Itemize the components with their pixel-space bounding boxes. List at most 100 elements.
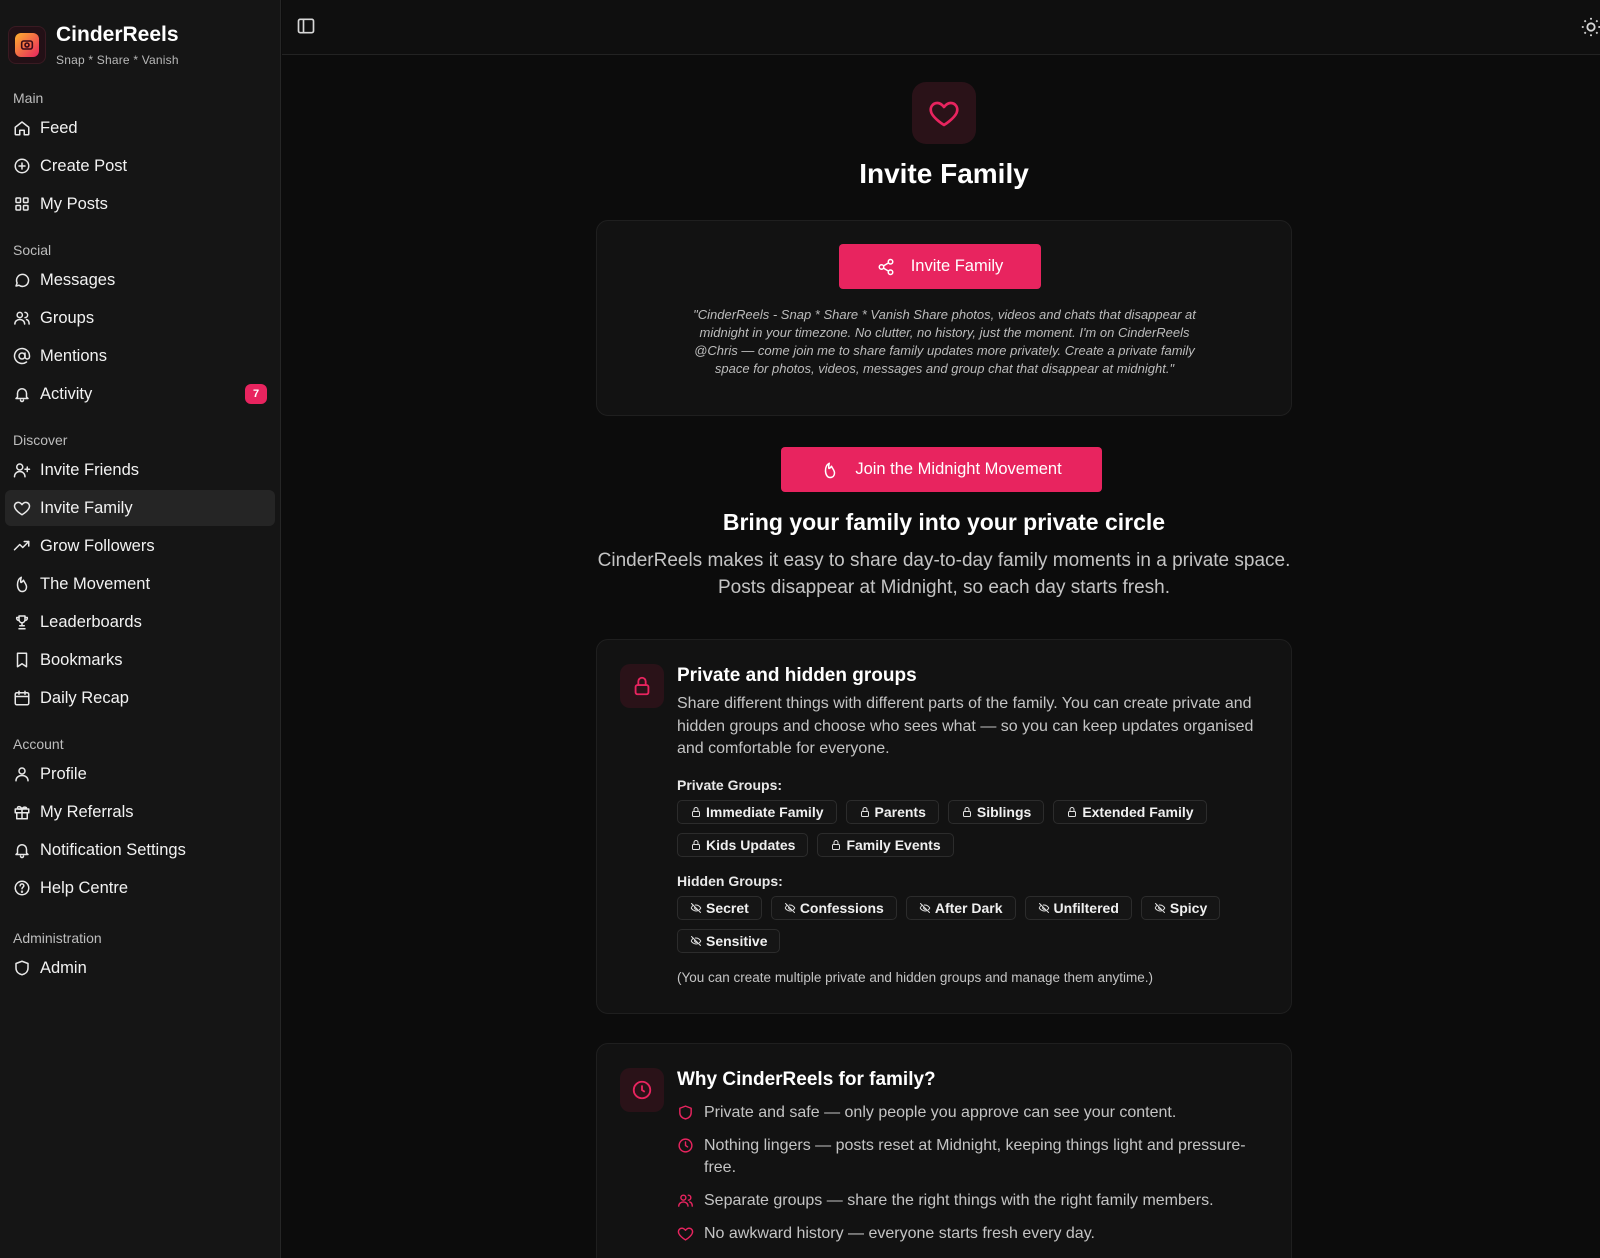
sidebar-item-daily-recap[interactable]: Daily Recap xyxy=(5,680,275,716)
sidebar-item-feed[interactable]: Feed xyxy=(5,110,275,146)
nav-section-title: Main xyxy=(13,90,44,106)
bookmark-icon xyxy=(16,652,28,668)
lock-icon xyxy=(1068,807,1077,817)
sidebar-toggle-icon[interactable] xyxy=(296,16,316,36)
hidden-group-chip[interactable]: Secret xyxy=(677,896,762,920)
sidebar-item-invite-friends[interactable]: Invite Friends xyxy=(5,452,275,488)
private-group-chip[interactable]: Kids Updates xyxy=(677,833,809,857)
sidebar-item-label: Bookmarks xyxy=(40,650,123,669)
groups-title: Private and hidden groups xyxy=(677,665,917,686)
invite-family-button[interactable]: Invite Family xyxy=(839,244,1041,289)
top-bar xyxy=(282,0,1600,55)
sidebar-item-label: Grow Followers xyxy=(40,536,155,555)
private-group-chip[interactable]: Extended Family xyxy=(1053,800,1207,824)
section-heading: Bring your family into your private circ… xyxy=(722,509,1166,535)
main-content: Invite Family Invite Family "CinderReels… xyxy=(282,56,1600,1258)
shield-icon xyxy=(15,960,29,976)
share-icon xyxy=(878,258,894,275)
hidden-group-chip[interactable]: Spicy xyxy=(1140,896,1221,920)
why-card: Why CinderReels for family? Private and … xyxy=(596,1043,1292,1258)
sidebar-item-label: Admin xyxy=(40,958,87,977)
sidebar-item-label: Leaderboards xyxy=(40,612,142,631)
join-movement-button[interactable]: Join the Midnight Movement xyxy=(781,447,1102,492)
hidden-group-chip[interactable]: Confessions xyxy=(770,896,897,920)
sidebar-item-label: Mentions xyxy=(40,346,107,365)
sidebar-item-label: Create Post xyxy=(40,156,128,175)
private-group-chip[interactable]: Family Events xyxy=(817,833,954,857)
why-title: Why CinderReels for family? xyxy=(677,1069,936,1090)
trophy-icon xyxy=(15,615,29,630)
why-item: Private and safe — only people you appro… xyxy=(677,1102,1267,1124)
chip-label: After Dark xyxy=(934,900,1003,916)
invite-family-button-label: Invite Family xyxy=(910,257,1004,275)
chip-label: Spicy xyxy=(1169,900,1208,916)
chip-label: Extended Family xyxy=(1082,804,1194,820)
sidebar-item-admin[interactable]: Admin xyxy=(5,950,275,986)
user-plus-icon xyxy=(13,463,31,478)
hidden-group-chip[interactable]: After Dark xyxy=(905,896,1016,920)
flame-icon xyxy=(825,462,836,478)
chip-label: Sensitive xyxy=(706,933,768,949)
hidden-groups-list: Secret Confessions After Dark Unfiltered Spi… xyxy=(677,896,1267,953)
sidebar-item-profile[interactable]: Profile xyxy=(5,756,275,792)
private-groups-label: Private Groups: xyxy=(677,777,783,793)
eye-off-icon xyxy=(690,936,702,946)
app-logo xyxy=(8,26,46,64)
sidebar-item-label: Messages xyxy=(40,270,116,289)
hidden-groups-label: Hidden Groups: xyxy=(677,873,783,889)
invite-message: "CinderReels - Snap * Share * Vanish Sha… xyxy=(693,307,1196,376)
brand-tagline: Snap * Share * Vanish xyxy=(56,53,179,67)
users-icon xyxy=(678,1194,693,1207)
sidebar-item-messages[interactable]: Messages xyxy=(5,262,275,298)
invite-card: Invite Family "CinderReels - Snap * Shar… xyxy=(596,220,1292,416)
sun-icon[interactable] xyxy=(1580,16,1600,38)
brand[interactable]: CinderReels Snap * Share * Vanish xyxy=(0,0,280,80)
sidebar-item-invite-family[interactable]: Invite Family xyxy=(5,490,275,526)
private-group-chip[interactable]: Parents xyxy=(845,800,939,824)
sidebar-item-label: Activity xyxy=(40,384,93,403)
why-item-text: No awkward history — everyone starts fre… xyxy=(704,1225,1095,1242)
bell-icon xyxy=(15,388,29,403)
sidebar: CinderReels Snap * Share * Vanish Main F… xyxy=(0,0,281,1258)
message-icon xyxy=(15,273,30,288)
sidebar-item-label: Help Centre xyxy=(40,878,129,897)
clock-icon xyxy=(678,1138,693,1153)
clock-icon xyxy=(620,1068,664,1112)
sidebar-item-my-posts[interactable]: My Posts xyxy=(5,186,275,222)
sidebar-item-groups[interactable]: Groups xyxy=(5,300,275,336)
hidden-group-chip[interactable]: Unfiltered xyxy=(1024,896,1132,920)
sidebar-item-notification-settings[interactable]: Notification Settings xyxy=(5,832,275,868)
private-group-chip[interactable]: Siblings xyxy=(947,800,1045,824)
chip-label: Parents xyxy=(874,804,926,820)
page-title: Invite Family xyxy=(859,158,1029,189)
home-icon xyxy=(14,121,30,136)
private-group-chip[interactable]: Immediate Family xyxy=(677,800,837,824)
hidden-group-chip[interactable]: Sensitive xyxy=(677,929,781,953)
sidebar-item-label: My Referrals xyxy=(40,802,134,821)
help-circle-icon xyxy=(14,880,30,896)
sidebar-nav: Main Feed Create Post My Posts Social Me… xyxy=(0,88,280,986)
sidebar-item-grow-followers[interactable]: Grow Followers xyxy=(5,528,275,564)
sidebar-item-mentions[interactable]: Mentions xyxy=(5,338,275,374)
sidebar-item-label: Feed xyxy=(40,118,78,137)
gift-icon xyxy=(14,805,30,820)
brand-name: CinderReels xyxy=(56,23,179,46)
groups-note: (You can create multiple private and hid… xyxy=(677,970,1154,985)
sidebar-item-leaderboards[interactable]: Leaderboards xyxy=(5,604,275,640)
sidebar-item-my-referrals[interactable]: My Referrals xyxy=(5,794,275,830)
sidebar-item-bookmarks[interactable]: Bookmarks xyxy=(5,642,275,678)
why-item-text: Private and safe — only people you appro… xyxy=(704,1104,1177,1121)
sidebar-item-label: The Movement xyxy=(40,574,151,593)
sidebar-item-create-post[interactable]: Create Post xyxy=(5,148,275,184)
chip-label: Immediate Family xyxy=(706,804,824,820)
sidebar-item-activity[interactable]: Activity 7 xyxy=(5,376,275,412)
sidebar-item-the-movement[interactable]: The Movement xyxy=(5,566,275,602)
activity-count-badge: 7 xyxy=(245,384,267,404)
flame-icon xyxy=(16,576,28,593)
nav-section-title: Administration xyxy=(13,930,102,946)
chip-label: Family Events xyxy=(846,837,941,853)
eye-off-icon xyxy=(784,903,796,913)
sidebar-item-help-centre[interactable]: Help Centre xyxy=(5,870,275,906)
heart-icon xyxy=(677,1227,694,1241)
sidebar-item-label: Invite Friends xyxy=(40,460,140,479)
